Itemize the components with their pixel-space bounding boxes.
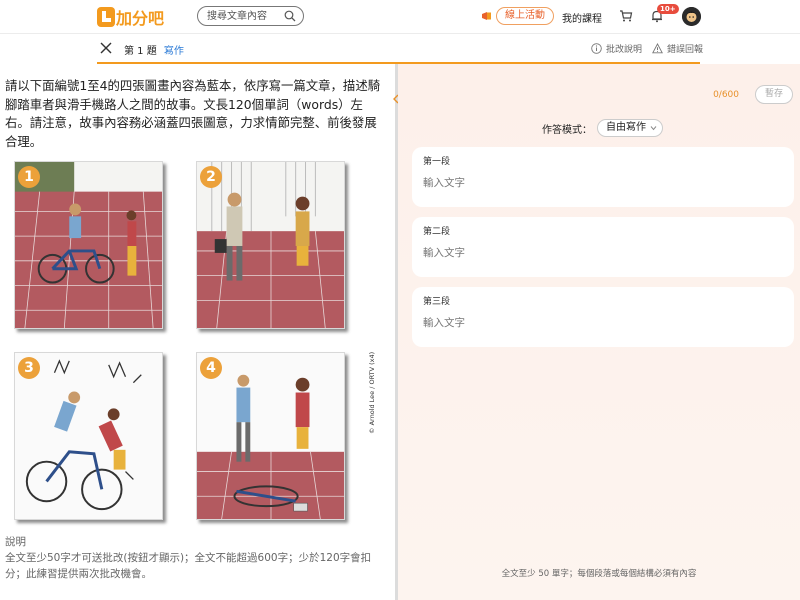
save-draft-button[interactable]: 暫存 (755, 85, 793, 104)
grading-guide-label: 批改說明 (606, 45, 643, 55)
walker-with-phone-illustration (197, 162, 344, 328)
paragraph-label: 第三段 (423, 297, 451, 307)
my-courses-link[interactable]: 我的課程 (562, 10, 602, 25)
panel-number-2: 2 (200, 166, 222, 188)
answer-mode-label: 作答模式： (542, 124, 592, 136)
grading-guide-link[interactable]: 批改說明 (591, 42, 642, 55)
explanation: 說明 全文至少50字才可送批改(按鈕才顯示)；全文不能超過600字；少於120字… (5, 534, 390, 582)
question-pane: 請以下面編號1至4的四張圖畫內容為藍本，依序寫一篇文章，描述騎腳踏車者與滑手機路… (0, 64, 395, 600)
avatar[interactable] (682, 7, 701, 26)
logo[interactable]: 加分吧 (97, 6, 164, 28)
info-icon (591, 43, 602, 54)
comic-panel-4: 4 (196, 352, 345, 520)
prompt-text: 請以下面編號1至4的四張圖畫內容為藍本，依序寫一篇文章，描述騎腳踏車者與滑手機路… (5, 78, 381, 149)
logo-text: 加分吧 (116, 9, 165, 28)
panel-number-3: 3 (18, 357, 40, 379)
paragraph-card-1: 第一段 (412, 147, 794, 207)
question-header: 第 1 題 寫作 批改說明 錯誤回報 (0, 35, 800, 63)
megaphone-icon (482, 12, 491, 20)
chevron-down-icon (650, 126, 657, 131)
paragraph-input-2[interactable] (423, 245, 783, 267)
online-events-button[interactable]: 線上活動 (496, 7, 554, 25)
search-icon[interactable] (284, 10, 296, 22)
error-report-label: 錯誤回報 (667, 45, 704, 55)
error-report-link[interactable]: 錯誤回報 (652, 42, 703, 55)
cart-icon[interactable] (619, 9, 633, 23)
top-nav: 加分吧 線上活動 我的課程 10+ (0, 0, 800, 34)
explanation-body: 全文至少50字才可送批改(按鈕才顯示)；全文不能超過600字；少於120字會扣分… (5, 552, 372, 580)
paragraph-card-3: 第三段 (412, 287, 794, 347)
answer-mode: 作答模式： 自由寫作 (542, 119, 663, 137)
comic-panel-3: 3 (14, 352, 163, 520)
question-number: 第 1 題 (124, 46, 157, 57)
paragraph-label: 第一段 (423, 157, 451, 167)
warning-icon (652, 43, 663, 54)
panel-number-4: 4 (200, 357, 222, 379)
promo: 線上活動 (480, 6, 554, 26)
question-type: 寫作 (163, 46, 184, 57)
paragraph-card-2: 第二段 (412, 217, 794, 277)
editor-footer-note: 全文至少 50 單字；每個段落或每個結構必須有內容 (501, 569, 697, 579)
word-counter: 0/600 (713, 90, 739, 100)
explanation-title: 說明 (5, 536, 26, 548)
comic-panel-1: 1 (14, 161, 163, 329)
image-credit: © Arnold Lee / ORTV (x4) (368, 351, 376, 434)
cyclist-riding-illustration (15, 162, 162, 328)
logo-mark-icon (97, 7, 115, 27)
paragraph-input-3[interactable] (423, 315, 783, 337)
paragraph-input-1[interactable] (423, 175, 783, 197)
panel-number-1: 1 (18, 166, 40, 188)
search-input[interactable] (207, 9, 281, 23)
comic-panel-2: 2 (196, 161, 345, 329)
answer-pane: 0/600 暫存 作答模式： 自由寫作 第一段 第二段 第三段 全文至少 50 … (398, 64, 800, 600)
answer-mode-value: 自由寫作 (606, 122, 646, 133)
notification-badge: 10+ (657, 4, 679, 14)
paragraph-label: 第二段 (423, 227, 451, 237)
answer-mode-select[interactable]: 自由寫作 (597, 119, 663, 137)
close-icon[interactable] (99, 41, 113, 55)
question-title: 第 1 題 寫作 (124, 42, 184, 57)
collision-illustration (15, 353, 162, 519)
argument-illustration (197, 353, 344, 519)
search-box (197, 6, 304, 26)
